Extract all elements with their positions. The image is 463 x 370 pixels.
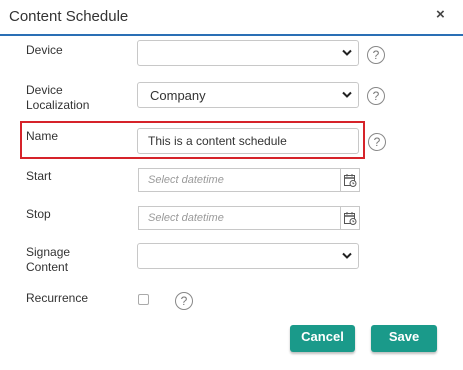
stop-label: Stop — [26, 207, 51, 221]
chevron-down-icon — [342, 252, 352, 259]
recurrence-checkbox[interactable] — [138, 294, 149, 305]
calendar-icon — [344, 174, 357, 187]
close-icon[interactable]: × — [436, 7, 445, 23]
save-button[interactable]: Save — [371, 325, 437, 352]
recurrence-label: Recurrence — [26, 291, 89, 305]
device-label: Device — [26, 43, 63, 57]
device-select[interactable] — [137, 40, 359, 66]
start-calendar-button[interactable] — [340, 168, 360, 192]
device-localization-select[interactable]: Company — [137, 82, 359, 108]
name-input[interactable]: This is a content schedule — [137, 128, 359, 154]
signage-content-label-line2: Content — [26, 260, 69, 274]
start-label: Start — [26, 169, 52, 183]
calendar-icon — [344, 212, 357, 225]
help-icon[interactable]: ? — [175, 292, 193, 310]
cancel-button[interactable]: Cancel — [290, 325, 355, 352]
help-icon[interactable]: ? — [368, 133, 386, 151]
dialog-title: Content Schedule — [9, 8, 129, 25]
help-icon[interactable]: ? — [367, 87, 385, 105]
dialog-header: Content Schedule × — [0, 0, 463, 36]
start-datetime-input[interactable]: Select datetime — [138, 168, 340, 192]
stop-datetime-input[interactable]: Select datetime — [138, 206, 340, 230]
device-localization-label-line1: Device — [26, 83, 63, 97]
chevron-down-icon — [342, 49, 352, 56]
help-icon[interactable]: ? — [367, 46, 385, 64]
device-localization-label-line2: Localization — [26, 98, 90, 112]
signage-content-label-line1: Signage — [26, 245, 71, 259]
chevron-down-icon — [342, 91, 352, 98]
signage-content-select[interactable] — [137, 243, 359, 269]
name-label: Name — [26, 129, 59, 143]
device-localization-select-value: Company — [150, 88, 206, 103]
stop-calendar-button[interactable] — [340, 206, 360, 230]
